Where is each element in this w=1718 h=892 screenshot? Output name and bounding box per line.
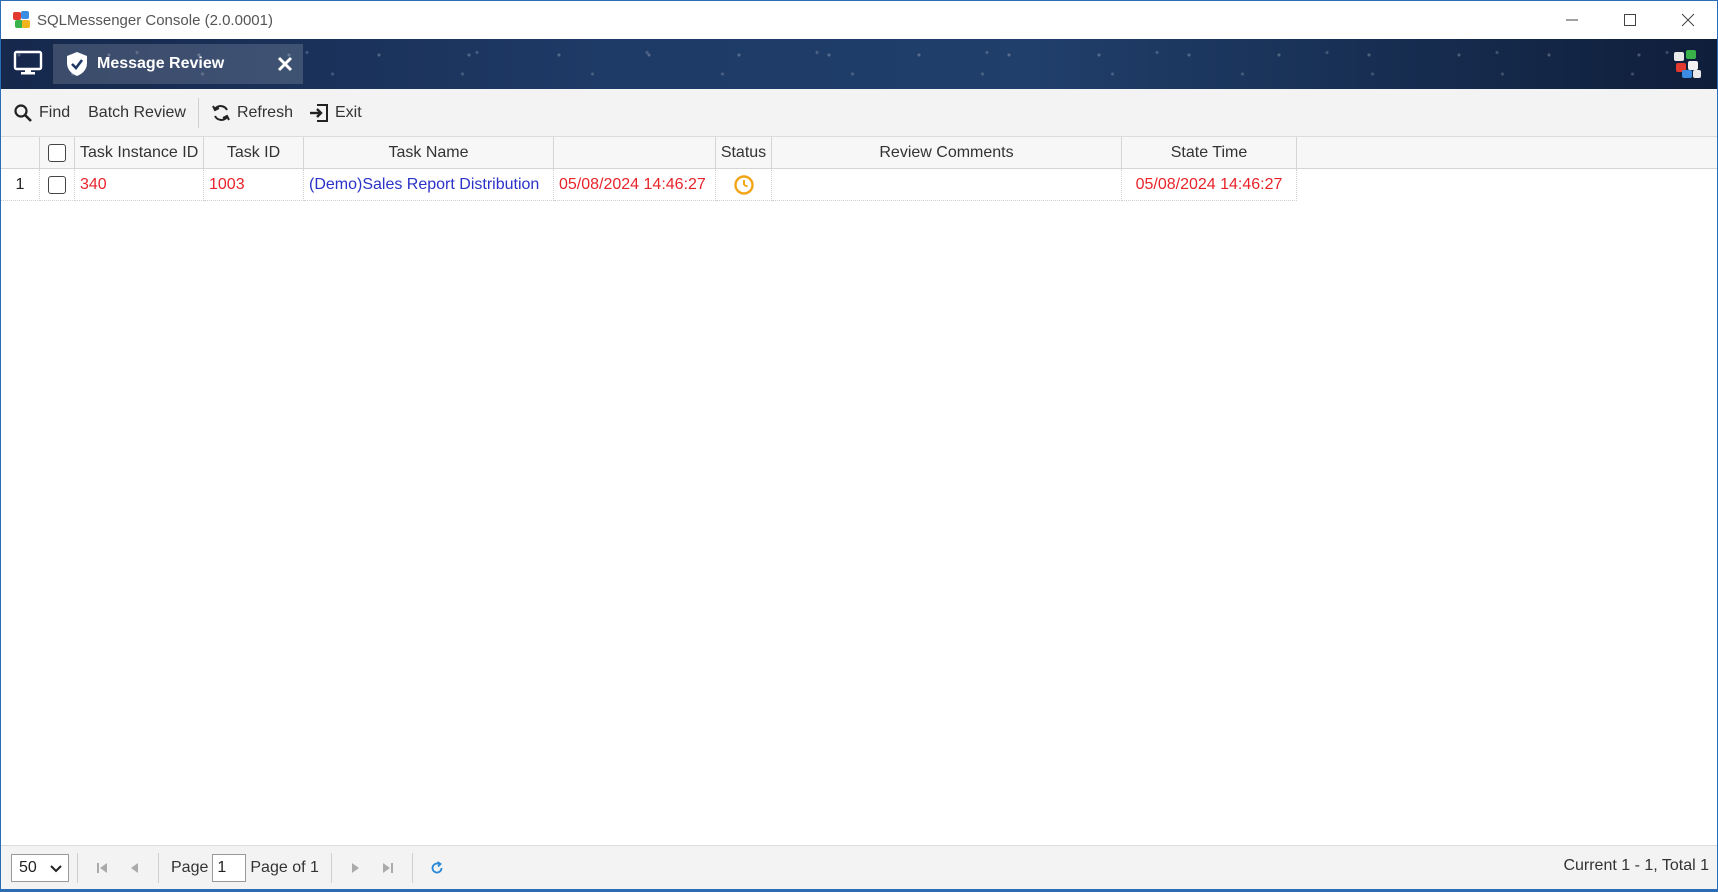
toolbar-separator [197, 97, 199, 128]
refresh-icon [431, 860, 443, 873]
minimize-icon [1566, 19, 1578, 21]
exit-button[interactable]: Exit [303, 96, 368, 130]
cell-review-comments [772, 169, 1122, 201]
page-label: Page [171, 858, 209, 876]
window-controls [1543, 1, 1717, 39]
page-size-select[interactable]: 50 [11, 853, 69, 882]
header-task-id[interactable]: Task ID [204, 137, 304, 169]
batch-review-button[interactable]: Batch Review [82, 96, 192, 130]
close-window-button[interactable] [1659, 1, 1717, 39]
grid-header: Task Instance ID Task ID Task Name Statu… [1, 137, 1717, 169]
page-size-value: 50 [19, 858, 37, 876]
review-grid: Task Instance ID Task ID Task Name Statu… [1, 137, 1717, 201]
tab-close-icon[interactable] [275, 54, 295, 74]
prev-page-button[interactable] [118, 854, 150, 882]
row-number-header [1, 137, 40, 169]
pager-bar: 50 Page 1 Page of 1 Current 1 - 1, Total… [1, 845, 1717, 889]
exit-label: Exit [334, 103, 362, 121]
find-button[interactable]: Find [7, 96, 76, 130]
search-icon [14, 103, 32, 122]
reload-button[interactable] [421, 854, 453, 882]
select-all-cell [40, 137, 75, 169]
maximize-button[interactable] [1601, 1, 1659, 39]
cell-time: 05/08/2024 14:46:27 [554, 169, 716, 201]
first-page-button[interactable] [86, 854, 118, 882]
minimize-button[interactable] [1543, 1, 1601, 39]
maximize-icon [1624, 14, 1636, 26]
pager-separator [411, 852, 413, 883]
app-logo-icon [11, 10, 31, 30]
refresh-label: Refresh [236, 103, 293, 121]
pager-separator [77, 852, 78, 883]
batch-review-label: Batch Review [88, 103, 186, 121]
select-all-checkbox[interactable] [48, 144, 66, 162]
header-time[interactable] [554, 137, 716, 169]
title-bar: SQLMessenger Console (2.0.0001) [1, 1, 1717, 39]
next-page-button[interactable] [340, 854, 372, 882]
row-select-cell [40, 169, 75, 201]
page-number-input[interactable]: 1 [212, 853, 247, 882]
chevron-down-icon [50, 864, 62, 872]
cell-state-time: 05/08/2024 14:46:27 [1122, 169, 1297, 201]
exit-icon [309, 103, 328, 122]
cell-task-name[interactable]: (Demo)Sales Report Distribution [304, 169, 554, 201]
last-page-button[interactable] [372, 854, 404, 882]
pager-separator [158, 852, 159, 883]
cell-task-id: 1003 [204, 169, 304, 201]
cell-status [716, 169, 772, 201]
pager-separator [330, 852, 332, 883]
monitor-icon[interactable] [13, 49, 43, 77]
toolbar: Find Batch Review Refresh Exit [1, 89, 1717, 137]
header-review-comments[interactable]: Review Comments [772, 137, 1122, 169]
find-label: Find [39, 103, 71, 121]
header-task-name[interactable]: Task Name [304, 137, 554, 169]
header-status[interactable]: Status [716, 137, 772, 169]
first-page-icon [97, 862, 107, 873]
tab-label: Message Review [97, 55, 225, 72]
row-checkbox[interactable] [48, 175, 66, 194]
clock-icon [733, 174, 754, 195]
window-title: SQLMessenger Console (2.0.0001) [37, 11, 273, 29]
refresh-icon [212, 104, 230, 121]
last-page-icon [382, 862, 393, 873]
app-window: SQLMessenger Console (2.0.0001) Message … [0, 0, 1718, 892]
close-icon [1681, 13, 1695, 27]
header-band: Message Review [1, 39, 1717, 89]
header-state-time[interactable]: State Time [1122, 137, 1297, 169]
row-number: 1 [1, 169, 40, 201]
refresh-button[interactable]: Refresh [205, 96, 299, 130]
record-summary: Current 1 - 1, Total 1 [1563, 857, 1709, 874]
header-task-instance-id[interactable]: Task Instance ID [75, 137, 204, 169]
cell-task-instance-id: 340 [75, 169, 204, 201]
prev-page-icon [131, 862, 138, 873]
brand-logo-icon [1674, 50, 1701, 78]
page-of-label: Page of 1 [250, 858, 319, 876]
shield-check-icon [67, 52, 87, 76]
table-row[interactable]: 1 340 1003 (Demo)Sales Report Distributi… [1, 169, 1717, 201]
tab-message-review[interactable]: Message Review [53, 44, 303, 84]
next-page-icon [351, 862, 359, 873]
